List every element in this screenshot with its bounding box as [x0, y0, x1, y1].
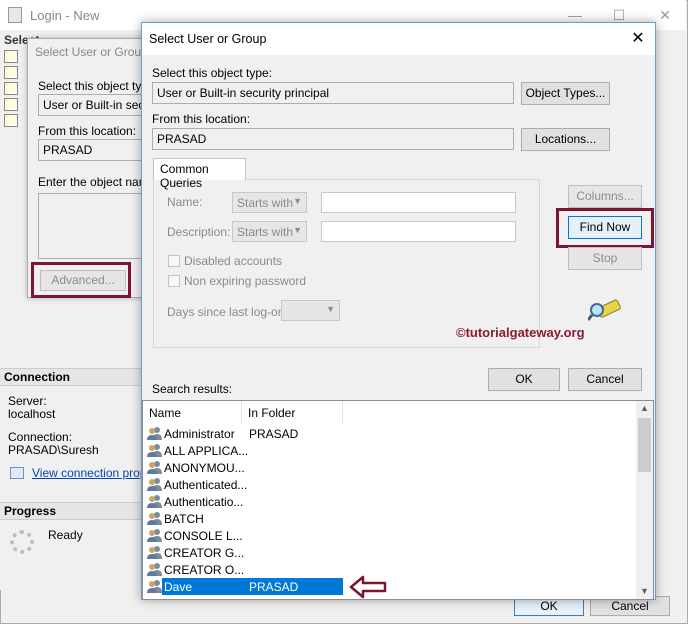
- locations-button[interactable]: Locations...: [521, 128, 610, 151]
- group-icon: [147, 460, 163, 475]
- page-icon[interactable]: [4, 114, 18, 127]
- chevron-down-icon: ▼: [293, 196, 302, 206]
- object-type-field: User or Built-in security principal: [152, 82, 514, 104]
- object-types-button[interactable]: Object Types...: [521, 82, 610, 105]
- column-header-name[interactable]: Name: [143, 401, 242, 423]
- location-field: PRASAD: [152, 128, 514, 150]
- app-icon: [8, 7, 22, 23]
- name-match-value: Starts with: [237, 196, 294, 210]
- table-row[interactable]: Authenticated...: [146, 476, 636, 493]
- advanced-button[interactable]: Advanced...: [40, 270, 126, 291]
- page-icon[interactable]: [4, 66, 18, 79]
- non-expiring-password-checkbox[interactable]: [168, 275, 180, 287]
- page-icon[interactable]: [4, 50, 18, 63]
- column-header-in-folder[interactable]: In Folder: [242, 401, 343, 423]
- cancel-button[interactable]: Cancel: [568, 368, 642, 391]
- object-type-label: Select this object type:: [152, 66, 273, 80]
- page-icon[interactable]: [4, 98, 18, 111]
- result-name: Dave: [164, 580, 193, 594]
- result-name: ALL APPLICA...: [164, 444, 249, 458]
- pointer-arrow-icon: [349, 575, 387, 599]
- group-icon: [147, 477, 163, 492]
- result-folder: PRASAD: [249, 580, 299, 594]
- non-expiring-password-label: Non expiring password: [184, 274, 307, 288]
- result-folder: PRASAD: [249, 427, 299, 441]
- dialog-title: Select User or Group: [149, 32, 267, 46]
- middle-location-label: From this location:: [38, 124, 137, 138]
- description-match-value: Starts with: [237, 225, 294, 239]
- scroll-up-icon[interactable]: ▲: [640, 403, 649, 413]
- group-icon: [147, 443, 163, 458]
- table-row[interactable]: Authenticatio...: [146, 493, 636, 510]
- group-icon: [147, 528, 163, 543]
- result-name: Administrator: [164, 427, 235, 441]
- group-icon: [147, 545, 163, 560]
- result-name: CREATOR O...: [164, 563, 245, 577]
- days-since-logon-select[interactable]: ▼: [281, 300, 340, 321]
- middle-object-type-label: Select this object type: [38, 79, 155, 93]
- disabled-accounts-label: Disabled accounts: [184, 254, 283, 268]
- search-results-label: Search results:: [152, 382, 233, 396]
- table-row[interactable]: CONSOLE L...: [146, 527, 636, 544]
- disabled-accounts-checkbox[interactable]: [168, 255, 180, 267]
- table-row[interactable]: CREATOR O...: [146, 561, 636, 578]
- dialog-close-icon[interactable]: ✕: [628, 30, 648, 48]
- table-row[interactable]: CREATOR G...: [146, 544, 636, 561]
- table-row[interactable]: Administrator PRASAD: [146, 425, 636, 442]
- view-properties-icon: [10, 467, 24, 479]
- table-row[interactable]: BATCH: [146, 510, 636, 527]
- tab-common-queries[interactable]: Common Queries: [153, 158, 246, 190]
- group-icon: [147, 511, 163, 526]
- server-label: Server:: [8, 394, 47, 408]
- ok-button[interactable]: OK: [488, 368, 560, 391]
- name-match-select[interactable]: Starts with ▼: [232, 192, 307, 213]
- view-connection-properties-link[interactable]: View connection prope: [32, 466, 153, 480]
- search-flashlight-icon: [586, 296, 622, 322]
- description-input[interactable]: [321, 221, 516, 242]
- middle-dialog-title: Select User or Group: [35, 45, 148, 59]
- page-icon[interactable]: [4, 82, 18, 95]
- scroll-down-icon[interactable]: ▼: [640, 586, 649, 596]
- middle-enter-object-label: Enter the object name: [38, 175, 156, 189]
- table-row[interactable]: Dave PRASAD: [146, 578, 636, 595]
- find-now-button[interactable]: Find Now: [568, 216, 642, 239]
- middle-object-type-field: User or Built-in securi: [38, 94, 148, 116]
- result-name: CONSOLE L...: [164, 529, 243, 543]
- result-name: ANONYMOU...: [164, 461, 245, 475]
- connection-label: Connection:: [8, 430, 73, 444]
- progress-header: Progress: [0, 502, 142, 520]
- table-row[interactable]: ALL APPLICA...: [146, 442, 636, 459]
- watermark: ©tutorialgateway.org: [456, 325, 585, 340]
- result-name: BATCH: [164, 512, 204, 526]
- middle-location-field: PRASAD: [38, 139, 148, 161]
- user-icon: [147, 426, 163, 441]
- days-since-logon-label: Days since last log-on:: [167, 305, 288, 319]
- middle-object-name-textarea[interactable]: [38, 193, 148, 259]
- description-match-select[interactable]: Starts with ▼: [232, 221, 307, 242]
- chevron-down-icon: ▼: [326, 304, 335, 314]
- result-name: CREATOR G...: [164, 546, 245, 560]
- stop-button[interactable]: Stop: [568, 247, 642, 270]
- name-input[interactable]: [321, 192, 516, 213]
- server-value: localhost: [8, 407, 56, 421]
- user-icon: [147, 579, 163, 594]
- description-label: Description:: [167, 225, 231, 239]
- progress-spinner-icon: [10, 530, 34, 554]
- columns-button[interactable]: Columns...: [568, 185, 642, 208]
- chevron-down-icon: ▼: [293, 225, 302, 235]
- connection-value: PRASAD\Suresh: [8, 443, 99, 457]
- scrollbar-thumb[interactable]: [638, 418, 651, 472]
- location-label: From this location:: [152, 112, 251, 126]
- table-row[interactable]: ANONYMOU...: [146, 459, 636, 476]
- connection-header: Connection: [0, 368, 142, 386]
- group-icon: [147, 562, 163, 577]
- group-icon: [147, 494, 163, 509]
- result-name: Authenticated...: [164, 478, 248, 492]
- login-window-title: Login - New: [30, 8, 100, 23]
- result-name: Authenticatio...: [164, 495, 244, 509]
- name-label: Name:: [167, 195, 203, 209]
- progress-status: Ready: [48, 528, 83, 542]
